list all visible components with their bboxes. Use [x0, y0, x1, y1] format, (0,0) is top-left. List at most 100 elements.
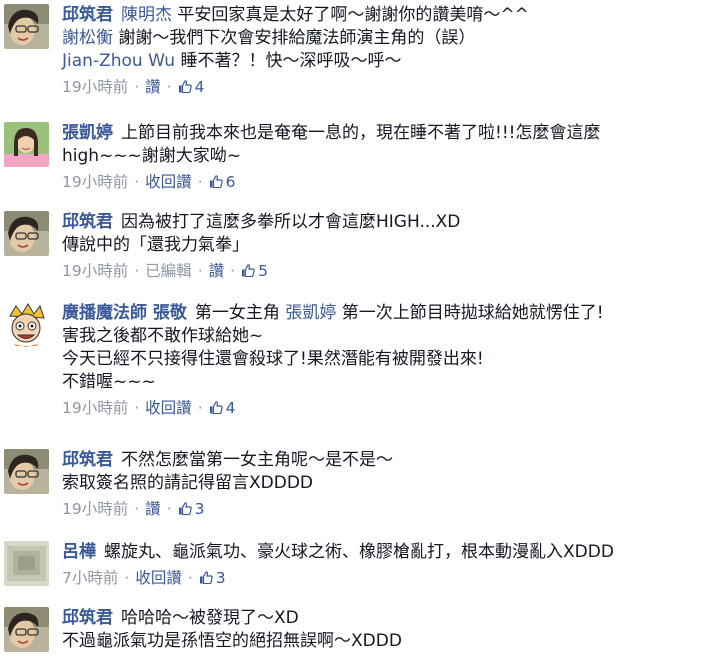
comment-author[interactable]: 張凱婷	[62, 123, 113, 143]
separator: ·	[134, 173, 140, 191]
like-count-value: 5	[258, 262, 268, 280]
comment-text-line: 廣播魔法師 張敬 第一女主角 張凱婷 第一次上節目時拋球給她就愣住了!	[62, 302, 715, 325]
comment-body: 呂樺 螺旋丸、龜派氣功、豪火球之術、橡膠槍亂打，根本動漫亂入XDDD 7小時前 · 收回…	[62, 541, 715, 589]
comment-text: 謝謝～我們下次會安排給魔法師演主角的（誤）	[113, 28, 476, 48]
comment-text: high~~~謝謝大家呦~	[62, 146, 242, 166]
separator: ·	[197, 399, 203, 417]
comment-text: 傳說中的「還我力氣拳」	[62, 235, 249, 255]
comment-text-line: 不錯喔~~~	[62, 371, 715, 394]
avatar[interactable]	[4, 4, 49, 49]
like-button[interactable]: 讚	[145, 78, 161, 96]
comment-body: 邱筑君 因為被打了這麼多拳所以才會這麼HIGH...XD 傳說中的「還我力氣拳」 19…	[62, 211, 715, 282]
separator: ·	[134, 500, 140, 518]
like-button[interactable]: 讚	[209, 262, 225, 280]
separator: ·	[124, 569, 130, 587]
separator: ·	[134, 78, 140, 96]
comment-text: 睡不著？！快～深呼吸～呼～	[175, 51, 402, 71]
like-count-value: 3	[215, 569, 226, 587]
separator: ·	[197, 262, 203, 280]
thumbs-up-icon	[178, 500, 195, 518]
comment-text-line: 邱筑君 陳明杰 平安回家真是太好了啊～謝謝你的讚美唷～^^	[62, 4, 715, 27]
comment-text-line: 今天已經不只接得住還會殺球了!果然潛能有被開發出來!	[62, 348, 715, 371]
like-count[interactable]: 4	[178, 78, 205, 96]
like-count[interactable]: 3	[178, 500, 205, 518]
separator: ·	[187, 569, 193, 587]
timestamp[interactable]: 7小時前	[62, 569, 118, 587]
comment-text: 不錯喔~~~	[62, 372, 156, 392]
mention-link[interactable]: 謝松衡	[62, 28, 113, 48]
separator: ·	[166, 500, 172, 518]
comment-meta: 19小時前 · 已編輯 · 讚 · 5	[62, 260, 715, 282]
comment-text: 因為被打了這麼多拳所以才會這麼HIGH...XD	[121, 212, 461, 232]
comment-author[interactable]: 呂樺	[62, 542, 96, 562]
comment-author[interactable]: 廣播魔法師 張敬	[62, 303, 187, 323]
avatar[interactable]	[4, 211, 49, 256]
comment-text: 第一女主角	[194, 303, 286, 323]
comment-text-line: 邱筑君 哈哈哈～被發現了～XD	[62, 607, 715, 630]
timestamp[interactable]: 19小時前	[62, 262, 128, 280]
comment-meta: 19小時前 · 讚 · 3	[62, 498, 715, 520]
avatar[interactable]	[4, 607, 49, 652]
comment-body: 廣播魔法師 張敬 第一女主角 張凱婷 第一次上節目時拋球給她就愣住了! 害我之後都不…	[62, 302, 715, 419]
thumbs-up-icon	[209, 173, 226, 191]
comment-author[interactable]: 邱筑君	[62, 5, 113, 25]
comment-author[interactable]: 邱筑君	[62, 608, 113, 628]
comment-body: 邱筑君 不然怎麼當第一女主角呢～是不是～ 索取簽名照的請記得留言XDDDD 19小時前…	[62, 449, 715, 520]
like-count[interactable]: 5	[241, 262, 268, 280]
like-count[interactable]: 4	[209, 399, 236, 417]
comment-meta: 7小時前 · 收回讚 · 3	[62, 567, 715, 589]
like-count-value: 6	[225, 173, 236, 191]
unlike-button[interactable]: 收回讚	[145, 173, 192, 191]
mention-link[interactable]: 張凱婷	[285, 303, 336, 323]
avatar[interactable]	[4, 122, 49, 167]
comment-meta: 19小時前 · 收回讚 · 4	[62, 397, 715, 419]
like-count[interactable]: 6	[209, 173, 236, 191]
comment-text-line: 邱筑君 不然怎麼當第一女主角呢～是不是～	[62, 449, 715, 472]
comment-text: 害我之後都不敢作球給她~	[62, 326, 264, 346]
avatar[interactable]	[4, 302, 49, 347]
comment-text-line: 呂樺 螺旋丸、龜派氣功、豪火球之術、橡膠槍亂打，根本動漫亂入XDDD	[62, 541, 715, 564]
timestamp[interactable]: 19小時前	[62, 173, 128, 191]
comment-body: 邱筑君 陳明杰 平安回家真是太好了啊～謝謝你的讚美唷～^^ 謝松衡 謝謝～我們下次會…	[62, 4, 715, 98]
thumbs-up-icon	[241, 262, 258, 280]
timestamp[interactable]: 19小時前	[62, 399, 128, 417]
unlike-button[interactable]: 收回讚	[135, 569, 182, 587]
like-count-value: 4	[225, 399, 236, 417]
separator: ·	[197, 173, 203, 191]
comment-text: 哈哈哈～被發現了～XD	[121, 608, 299, 628]
like-count-value: 4	[194, 78, 205, 96]
thumbs-up-icon	[178, 78, 195, 96]
timestamp[interactable]: 19小時前	[62, 78, 128, 96]
like-count[interactable]: 3	[199, 569, 226, 587]
comment-text: 不過龜派氣功是孫悟空的絕招無誤啊～XDDD	[62, 631, 402, 651]
comment-text: 不然怎麼當第一女主角呢～是不是～	[121, 450, 393, 470]
unlike-button[interactable]: 收回讚	[145, 399, 192, 417]
comment-meta: 19小時前 · 讚 · 4	[62, 76, 715, 98]
separator: ·	[166, 78, 172, 96]
separator: ·	[134, 399, 140, 417]
comment-text: 平安回家真是太好了啊～謝謝你的讚美唷～^^	[172, 5, 529, 25]
comment-body: 張凱婷 上節目前我本來也是奄奄一息的，現在睡不著了啦!!!怎麼會這麼 high~~~…	[62, 122, 715, 193]
avatar[interactable]	[4, 449, 49, 494]
comment-author[interactable]: 邱筑君	[62, 450, 113, 470]
separator: ·	[230, 262, 236, 280]
mention-link[interactable]: 陳明杰	[121, 5, 172, 25]
comment-text-line: 索取簽名照的請記得留言XDDDD	[62, 472, 715, 495]
like-button[interactable]: 讚	[145, 500, 161, 518]
mention-link[interactable]: Jian-Zhou Wu	[62, 51, 175, 71]
avatar[interactable]	[4, 541, 49, 586]
separator: ·	[134, 262, 140, 280]
comment-meta: 19小時前 · 收回讚 · 6	[62, 171, 715, 193]
comment-body: 邱筑君 哈哈哈～被發現了～XD 不過龜派氣功是孫悟空的絕招無誤啊～XDDD	[62, 607, 715, 653]
comment-text-line: 害我之後都不敢作球給她~	[62, 325, 715, 348]
thumbs-up-icon	[209, 399, 226, 417]
comment-author[interactable]: 邱筑君	[62, 212, 113, 232]
comment-text-line: Jian-Zhou Wu 睡不著？！快～深呼吸～呼～	[62, 50, 715, 73]
comment-text-line: 謝松衡 謝謝～我們下次會安排給魔法師演主角的（誤）	[62, 27, 715, 50]
edited-label[interactable]: 已編輯	[145, 262, 192, 280]
timestamp[interactable]: 19小時前	[62, 500, 128, 518]
comment-text-line: 張凱婷 上節目前我本來也是奄奄一息的，現在睡不著了啦!!!怎麼會這麼	[62, 122, 715, 145]
comment-text-line: 邱筑君 因為被打了這麼多拳所以才會這麼HIGH...XD	[62, 211, 715, 234]
comment-text-line: 傳說中的「還我力氣拳」	[62, 234, 715, 257]
comment-text: 螺旋丸、龜派氣功、豪火球之術、橡膠槍亂打，根本動漫亂入XDDD	[104, 542, 614, 562]
